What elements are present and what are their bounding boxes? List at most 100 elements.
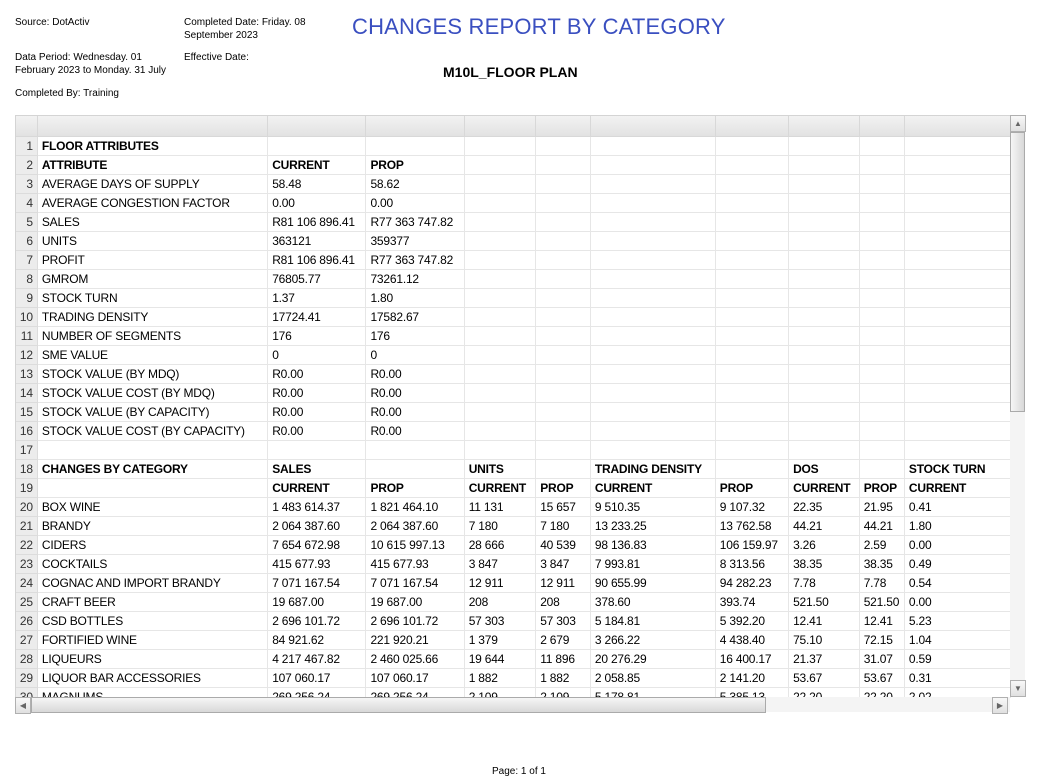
cell[interactable]: 76805.77 — [267, 269, 367, 289]
cell[interactable]: 1 882 — [535, 668, 591, 688]
cell[interactable]: 13 762.58 — [715, 516, 790, 536]
cell[interactable]: 0.00 — [365, 193, 465, 213]
cell[interactable]: 521.50 — [859, 592, 905, 612]
cell[interactable]: 7 071 167.54 — [365, 573, 465, 593]
cell[interactable]: FLOOR ATTRIBUTES — [37, 136, 269, 156]
cell[interactable]: STOCK TURN — [904, 459, 1011, 479]
cell[interactable] — [590, 421, 716, 441]
cell[interactable]: 1.80 — [365, 288, 465, 308]
cell[interactable]: STOCK VALUE (BY MDQ) — [37, 364, 269, 384]
cell[interactable] — [535, 269, 591, 289]
cell[interactable] — [464, 364, 537, 384]
cell[interactable]: 176 — [267, 326, 367, 346]
cell[interactable] — [904, 136, 1011, 156]
row-number[interactable]: 27 — [16, 630, 38, 650]
cell[interactable] — [535, 440, 591, 460]
cell[interactable]: 415 677.93 — [267, 554, 367, 574]
cell[interactable]: 11 896 — [535, 649, 591, 669]
row-number[interactable]: 24 — [16, 573, 38, 593]
cell[interactable]: UNITS — [37, 231, 269, 251]
cell[interactable] — [535, 326, 591, 346]
cell[interactable] — [904, 402, 1011, 422]
cell[interactable]: SALES — [37, 212, 269, 232]
cell[interactable] — [904, 250, 1011, 270]
cell[interactable]: 28 666 — [464, 535, 537, 555]
cell[interactable] — [590, 345, 716, 365]
cell[interactable]: CURRENT — [904, 478, 1011, 498]
cell[interactable]: 90 655.99 — [590, 573, 716, 593]
row-number[interactable]: 26 — [16, 611, 38, 631]
spreadsheet-grid[interactable]: 1 FLOOR ATTRIBUTES 2 ATTRIBUTE CURRENT PROP 3 A… — [15, 115, 1011, 698]
cell[interactable]: CHANGES BY CATEGORY — [37, 459, 269, 479]
cell[interactable] — [464, 288, 537, 308]
cell[interactable]: 53.67 — [788, 668, 860, 688]
cell[interactable]: R0.00 — [267, 402, 367, 422]
cell[interactable]: 221 920.21 — [365, 630, 465, 650]
cell[interactable] — [788, 440, 860, 460]
cell[interactable] — [590, 136, 716, 156]
cell[interactable]: 0.00 — [267, 193, 367, 213]
cell[interactable] — [788, 364, 860, 384]
cell[interactable]: 19 687.00 — [365, 592, 465, 612]
row-number[interactable]: 5 — [16, 212, 38, 232]
cell[interactable]: 208 — [535, 592, 591, 612]
cell[interactable] — [904, 193, 1011, 213]
cell[interactable]: 378.60 — [590, 592, 716, 612]
cell[interactable]: 0 — [267, 345, 367, 365]
cell[interactable] — [267, 136, 367, 156]
cell[interactable] — [590, 383, 716, 403]
row-number[interactable]: 10 — [16, 307, 38, 327]
cell[interactable]: 10 615 997.13 — [365, 535, 465, 555]
cell[interactable]: R81 106 896.41 — [267, 212, 367, 232]
cell[interactable]: TRADING DENSITY — [37, 307, 269, 327]
cell[interactable] — [904, 212, 1011, 232]
cell[interactable] — [788, 345, 860, 365]
cell[interactable]: 44.21 — [859, 516, 905, 536]
cell[interactable] — [464, 421, 537, 441]
cell[interactable] — [590, 269, 716, 289]
cell[interactable]: 7 654 672.98 — [267, 535, 367, 555]
cell[interactable] — [788, 288, 860, 308]
cell[interactable]: 57 303 — [464, 611, 537, 631]
cell[interactable] — [535, 193, 591, 213]
column-header[interactable] — [267, 116, 367, 137]
cell[interactable]: TRADING DENSITY — [590, 459, 716, 479]
cell[interactable]: COGNAC AND IMPORT BRANDY — [37, 573, 269, 593]
cell[interactable] — [788, 136, 860, 156]
cell[interactable]: 19 687.00 — [267, 592, 367, 612]
cell[interactable]: 1 821 464.10 — [365, 497, 465, 517]
cell[interactable] — [365, 136, 465, 156]
cell[interactable]: 2 696 101.72 — [267, 611, 367, 631]
cell[interactable]: STOCK VALUE COST (BY MDQ) — [37, 383, 269, 403]
column-header[interactable] — [37, 116, 269, 137]
row-number[interactable]: 21 — [16, 516, 38, 536]
cell[interactable] — [535, 345, 591, 365]
scroll-right-button[interactable]: ▶ — [992, 697, 1008, 714]
row-number[interactable]: 1 — [16, 136, 38, 156]
cell[interactable]: BRANDY — [37, 516, 269, 536]
cell[interactable]: 107 060.17 — [267, 668, 367, 688]
cell[interactable]: 2 696 101.72 — [365, 611, 465, 631]
cell[interactable]: DOS — [788, 459, 860, 479]
cell[interactable] — [590, 364, 716, 384]
cell[interactable]: 38.35 — [859, 554, 905, 574]
cell[interactable] — [464, 250, 537, 270]
cell[interactable] — [859, 193, 905, 213]
cell[interactable] — [715, 269, 790, 289]
cell[interactable]: R77 363 747.82 — [365, 212, 465, 232]
cell[interactable]: R0.00 — [267, 383, 367, 403]
cell[interactable]: 20 276.29 — [590, 649, 716, 669]
cell[interactable]: 5.23 — [904, 611, 1011, 631]
cell[interactable] — [535, 136, 591, 156]
cell[interactable]: 12 911 — [464, 573, 537, 593]
cell[interactable] — [535, 383, 591, 403]
cell[interactable]: 2 058.85 — [590, 668, 716, 688]
row-number[interactable]: 8 — [16, 269, 38, 289]
cell[interactable]: 3.26 — [788, 535, 860, 555]
row-number[interactable]: 3 — [16, 174, 38, 194]
cell[interactable]: SALES — [267, 459, 367, 479]
cell[interactable]: 4 438.40 — [715, 630, 790, 650]
cell[interactable] — [464, 155, 537, 175]
cell[interactable] — [715, 402, 790, 422]
cell[interactable] — [590, 212, 716, 232]
